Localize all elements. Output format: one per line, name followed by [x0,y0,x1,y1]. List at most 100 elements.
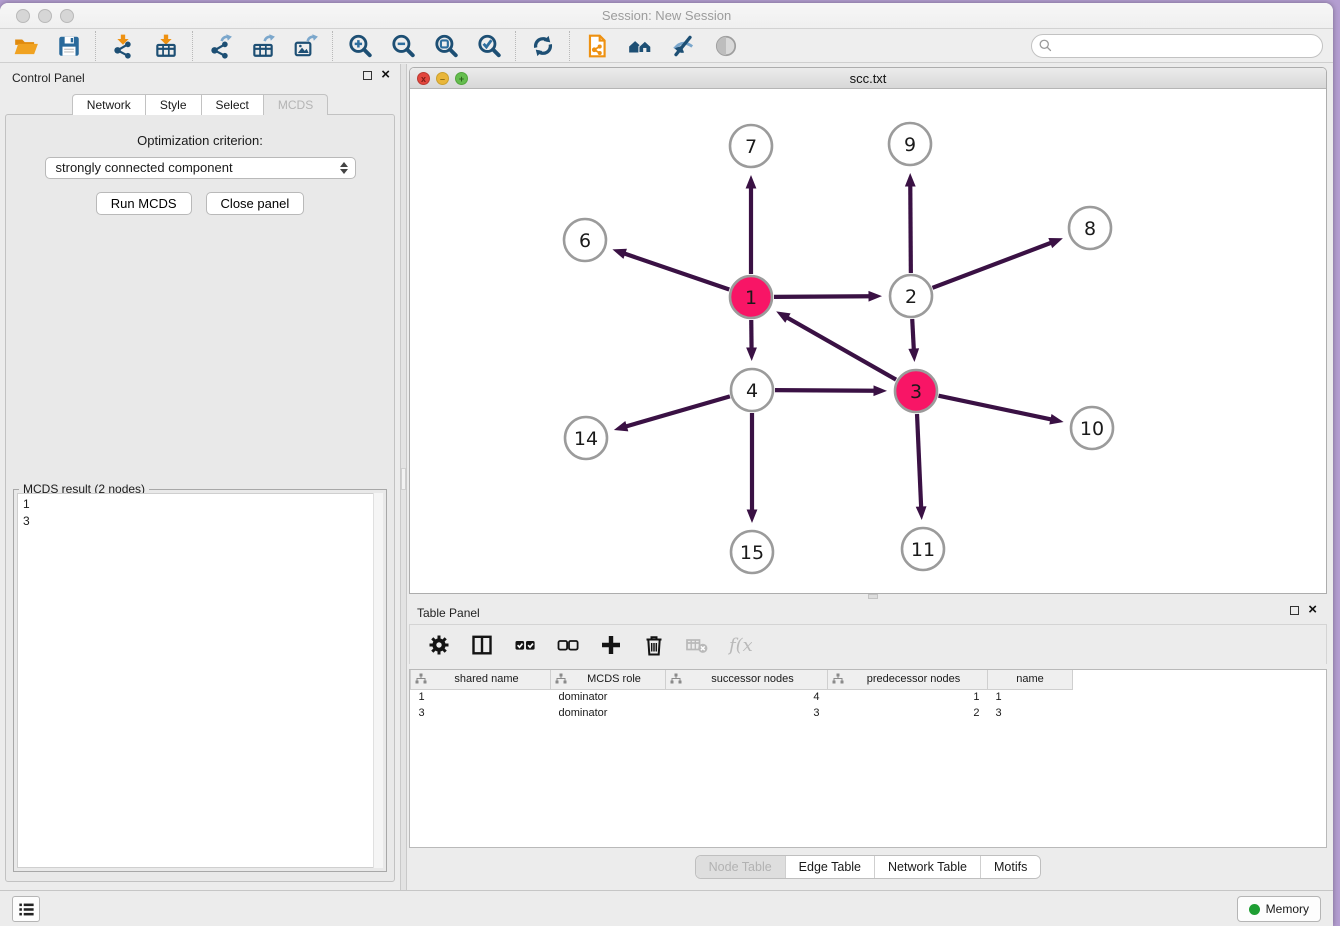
refresh-layout-button[interactable] [529,32,556,59]
graph-edge-1-6[interactable] [612,249,729,290]
network-minimize-icon[interactable]: – [436,72,449,85]
tab-mcds[interactable]: MCDS [264,94,328,115]
column-header-predecessor-nodes[interactable]: predecessor nodes [828,670,988,689]
close-panel-button[interactable]: Close panel [206,192,305,215]
graph-edge-1-4[interactable] [746,320,757,361]
close-panel-icon[interactable]: × [381,70,390,80]
table-cell[interactable]: dominator [551,705,666,721]
graph-node-10[interactable]: 10 [1071,407,1113,449]
network-close-icon[interactable]: x [417,72,430,85]
vertical-splitter[interactable] [400,64,407,890]
table-cell[interactable]: 3 [411,705,551,721]
graph-edge-1-2[interactable] [774,291,882,302]
tab-style[interactable]: Style [146,94,202,115]
graph-edge-3-10[interactable] [939,396,1064,425]
import-network-button[interactable] [109,32,136,59]
close-table-panel-icon[interactable]: × [1308,605,1317,615]
graph-edge-4-14[interactable] [614,396,730,431]
zoom-in-button[interactable] [346,32,373,59]
select-all-button[interactable] [512,632,538,658]
float-table-panel-icon[interactable] [1290,606,1299,615]
graph-node-15[interactable]: 15 [731,531,773,573]
graph-edge-4-3[interactable] [775,385,887,396]
memory-label: Memory [1266,902,1309,916]
export-image-icon [293,33,319,59]
graph-node-8[interactable]: 8 [1069,207,1111,249]
tab-network[interactable]: Network [72,94,146,115]
table-cell[interactable]: 4 [666,689,828,705]
graph-node-2[interactable]: 2 [890,275,932,317]
network-from-document-button[interactable] [583,32,610,59]
graph-edge-2-3[interactable] [908,319,919,362]
search-icon [1038,38,1053,53]
graph-edge-2-9[interactable] [905,173,916,273]
table-row[interactable]: 1dominator411 [411,689,1073,705]
graph-node-4[interactable]: 4 [731,369,773,411]
zoom-out-button[interactable] [389,32,416,59]
graph-edge-2-8[interactable] [933,238,1063,288]
graph-node-9[interactable]: 9 [889,123,931,165]
hide-panels-button[interactable] [669,32,696,59]
delete-row-button[interactable] [641,632,667,658]
result-scrollbar[interactable] [373,493,383,868]
import-table-button[interactable] [152,32,179,59]
tab-node-table[interactable]: Node Table [696,856,785,878]
column-header-successor-nodes[interactable]: successor nodes [666,670,828,689]
table-cell[interactable]: 1 [828,689,988,705]
column-header-name[interactable]: name [988,670,1073,689]
table-row[interactable]: 3dominator323 [411,705,1073,721]
minimize-window-button[interactable] [38,9,52,23]
add-row-button[interactable] [598,632,624,658]
svg-text:1: 1 [745,287,757,309]
table-panel-title: Table Panel [417,606,480,620]
search-input[interactable] [1031,34,1323,58]
table-cell[interactable]: dominator [551,689,666,705]
export-network-button[interactable] [206,32,233,59]
memory-button[interactable]: Memory [1237,896,1321,922]
open-file-button[interactable] [12,32,39,59]
deselect-all-button[interactable] [555,632,581,658]
export-image-button[interactable] [292,32,319,59]
table-cell[interactable]: 1 [988,689,1073,705]
task-history-button[interactable] [12,896,40,922]
zoom-fit-button[interactable] [432,32,459,59]
zoom-selected-button[interactable] [475,32,502,59]
network-canvas[interactable]: 7 9 6 8 1 2 4 3 14 10 15 11 [410,89,1326,593]
tab-edge-table[interactable]: Edge Table [785,856,874,878]
maximize-window-button[interactable] [60,9,74,23]
tab-motifs[interactable]: Motifs [980,856,1040,878]
zoom-selected-icon [476,33,502,59]
mcds-result-list[interactable]: 1 3 [17,493,383,868]
graph-node-6[interactable]: 6 [564,219,606,261]
graph-node-11[interactable]: 11 [902,528,944,570]
table-cell[interactable]: 2 [828,705,988,721]
criterion-dropdown[interactable]: strongly connected component [45,157,356,179]
run-mcds-button[interactable]: Run MCDS [96,192,192,215]
network-maximize-icon[interactable]: + [455,72,468,85]
tab-select[interactable]: Select [202,94,264,115]
float-panel-icon[interactable] [363,71,372,80]
tab-network-table[interactable]: Network Table [874,856,980,878]
save-session-button[interactable] [55,32,82,59]
column-header-shared-name[interactable]: shared name [411,670,551,689]
graph-node-7[interactable]: 7 [730,125,772,167]
graph-node-14[interactable]: 14 [565,417,607,459]
settings-button[interactable] [426,632,452,658]
graph-node-3[interactable]: 3 [895,370,937,412]
graph-edge-3-1[interactable] [776,311,896,379]
splitter-grip[interactable] [401,468,406,490]
toolbar-group [516,31,570,61]
export-table-button[interactable] [249,32,276,59]
table-cell[interactable]: 3 [988,705,1073,721]
home-button[interactable] [626,32,653,59]
table-cell[interactable]: 3 [666,705,828,721]
column-visibility-button[interactable] [469,632,495,658]
graph-edge-3-11[interactable] [916,414,927,520]
graph-node-1[interactable]: 1 [730,276,772,318]
close-window-button[interactable] [16,9,30,23]
graph-edge-4-15[interactable] [747,413,758,523]
table-cell[interactable]: 1 [411,689,551,705]
sphere-button[interactable] [712,32,739,59]
column-header-MCDS-role[interactable]: MCDS role [551,670,666,689]
graph-edge-1-7[interactable] [746,175,757,274]
